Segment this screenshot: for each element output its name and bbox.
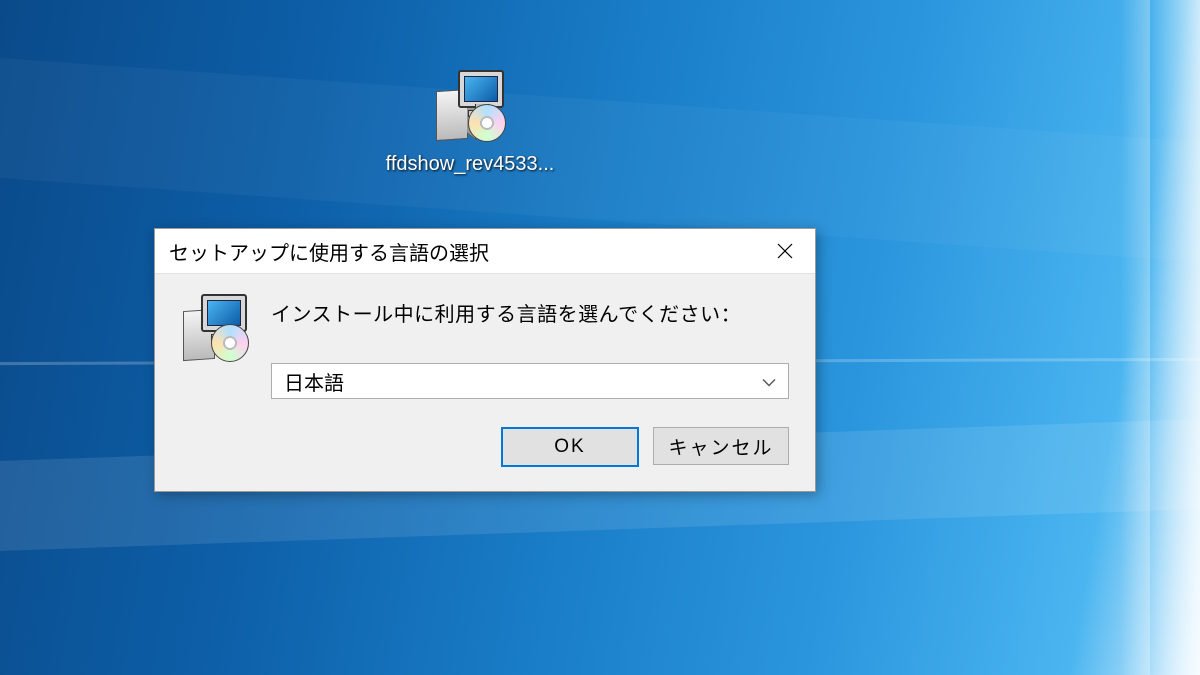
desktop: ffdshow_rev4533... セットアップに使用する言語の選択 bbox=[0, 0, 1200, 675]
language-select[interactable]: 日本語 bbox=[271, 363, 789, 399]
cancel-button-label: キャンセル bbox=[668, 433, 773, 460]
close-icon bbox=[777, 243, 793, 259]
instruction-text: インストール中に利用する言語を選んでください： bbox=[271, 298, 789, 327]
light-beam bbox=[1150, 0, 1200, 675]
chevron-down-icon bbox=[762, 370, 776, 393]
titlebar[interactable]: セットアップに使用する言語の選択 bbox=[155, 229, 815, 274]
dialog-title: セットアップに使用する言語の選択 bbox=[169, 237, 755, 266]
desktop-icon-label: ffdshow_rev4533... bbox=[375, 153, 565, 176]
installer-icon bbox=[434, 70, 506, 142]
button-row: OK キャンセル bbox=[271, 427, 789, 467]
close-button[interactable] bbox=[755, 229, 815, 273]
dialog-body: インストール中に利用する言語を選んでください： 日本語 OK キャンセル bbox=[155, 274, 815, 491]
cancel-button[interactable]: キャンセル bbox=[653, 427, 789, 465]
light-beam bbox=[1120, 0, 1150, 675]
language-select-value: 日本語 bbox=[284, 367, 344, 396]
ok-button-label: OK bbox=[554, 436, 585, 458]
desktop-icon-ffdshow-installer[interactable]: ffdshow_rev4533... bbox=[375, 70, 565, 176]
installer-icon bbox=[181, 294, 249, 362]
language-select-dialog: セットアップに使用する言語の選択 インストール中に利用する言語を選んでく bbox=[154, 228, 816, 492]
ok-button[interactable]: OK bbox=[501, 427, 639, 467]
